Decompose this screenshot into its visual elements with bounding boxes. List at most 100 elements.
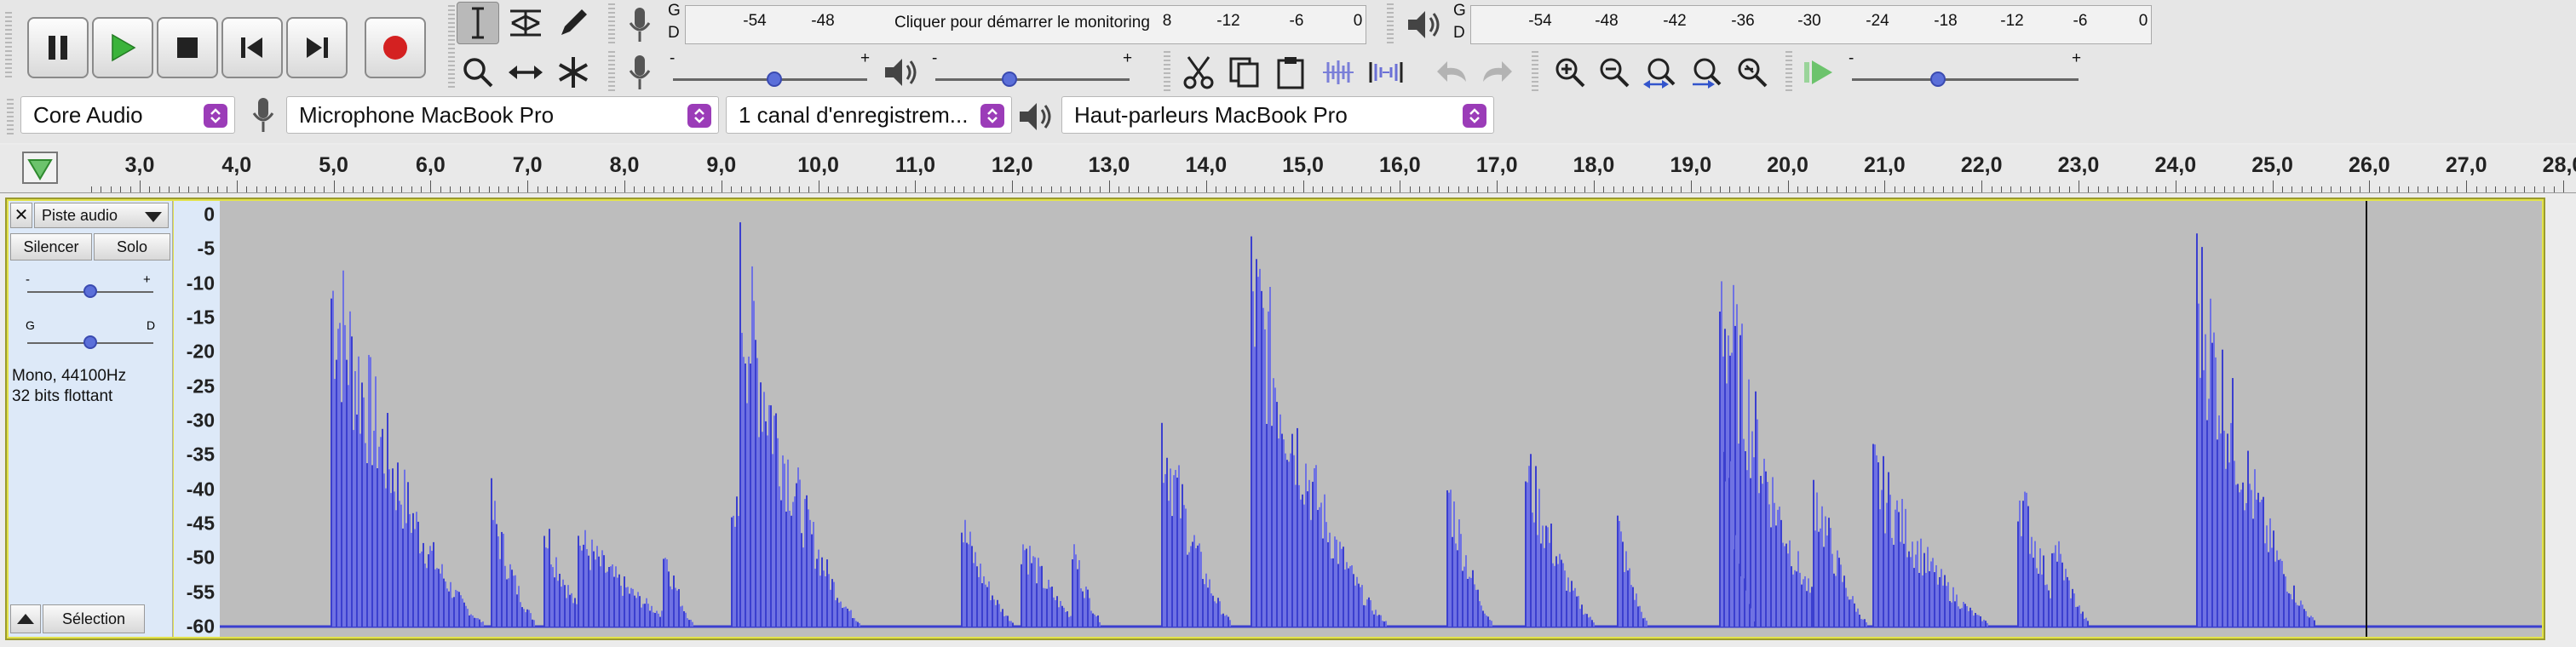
ruler-tick <box>2194 186 2196 192</box>
recording-channels-select[interactable]: 1 canal d'enregistrem... <box>726 96 1012 134</box>
ruler-tick <box>246 186 248 192</box>
zoom-in-button[interactable] <box>1549 51 1591 94</box>
trim-button[interactable] <box>1317 51 1360 94</box>
ruler-tick <box>1012 180 1014 192</box>
audio-host-select[interactable]: Core Audio <box>20 96 235 134</box>
playback-meter-button[interactable] <box>1402 3 1445 46</box>
ruler-tick <box>2281 186 2283 192</box>
ruler-tick <box>1157 186 1159 192</box>
ruler-tick <box>2311 186 2313 192</box>
ruler-tick <box>1079 186 1081 192</box>
record-button[interactable] <box>365 17 426 78</box>
ruler-label: 23,0 <box>2057 153 2100 177</box>
select-track-button[interactable]: Sélection <box>43 604 145 633</box>
record-meter-button[interactable] <box>618 3 661 46</box>
collapse-track-button[interactable] <box>10 604 41 633</box>
timeline-ruler[interactable]: 3,0 4,0 5,0 6,0 7,0 8,0 9,0 10,0 11,0 12,0 13,0 14,… <box>0 145 2576 193</box>
time-shift-tool-button[interactable] <box>504 51 547 94</box>
playback-meter-grip[interactable] <box>1387 3 1394 46</box>
paste-button[interactable] <box>1269 51 1312 94</box>
stop-button[interactable] <box>157 17 218 78</box>
playback-volume-minus: - <box>932 49 938 67</box>
cut-button[interactable] <box>1177 51 1220 94</box>
ruler-tick <box>2533 186 2535 192</box>
mixer-grip[interactable] <box>608 51 615 92</box>
ruler-tick <box>1749 186 1751 192</box>
ruler-tick <box>895 186 897 192</box>
close-track-button[interactable]: ✕ <box>10 203 32 228</box>
fit-selection-button[interactable] <box>1639 51 1682 94</box>
db-scale-label: -40 <box>186 478 215 501</box>
ruler-tick <box>760 186 762 192</box>
monitoring-prompt[interactable]: Cliquer pour démarrer le monitoring <box>891 14 1153 32</box>
playback-volume-slider[interactable] <box>1001 72 1017 87</box>
record-meter-grip[interactable] <box>608 3 615 46</box>
zoom-toolbar-grip[interactable] <box>1532 51 1538 92</box>
audio-waveform <box>220 201 2542 637</box>
silence-audio-icon <box>1369 62 1403 83</box>
gain-slider[interactable] <box>83 284 97 298</box>
db-scale[interactable]: 0 -5 -10 -15 -20 -25 -30 -35 -40 -45 -50 -55 -60 <box>174 201 221 638</box>
waveform-burst <box>739 222 860 627</box>
ruler-tick <box>1234 186 1236 192</box>
selection-tool-button[interactable] <box>457 2 499 44</box>
play-speed-track[interactable] <box>1852 78 2079 81</box>
recording-device-select[interactable]: Microphone MacBook Pro <box>286 96 719 134</box>
ruler-tick <box>401 186 403 192</box>
ruler-tick <box>2068 186 2070 192</box>
ruler-tick <box>924 186 926 192</box>
db-scale-label: -60 <box>186 615 215 638</box>
tools-toolbar-grip[interactable] <box>448 5 455 90</box>
edit-toolbar-grip[interactable] <box>1164 51 1170 92</box>
playback-device-value: Haut-parleurs MacBook Pro <box>1074 102 1348 128</box>
mute-button[interactable]: Silencer <box>10 233 92 261</box>
ruler-tick <box>1933 186 1935 192</box>
select-track-label: Sélection <box>61 610 126 627</box>
zoom-tool-button[interactable] <box>457 51 499 94</box>
playback-volume-track[interactable] <box>935 78 1130 81</box>
silence-button[interactable] <box>1365 51 1407 94</box>
timeline-options-button[interactable] <box>22 152 58 184</box>
meter-tick-label: 0 <box>2138 12 2148 30</box>
fit-project-button[interactable] <box>1685 51 1728 94</box>
play-speed-slider[interactable] <box>1930 72 1946 87</box>
play-at-speed-grip[interactable] <box>1785 51 1792 92</box>
playback-device-select[interactable]: Haut-parleurs MacBook Pro <box>1061 96 1494 134</box>
track-menu-button[interactable]: Piste audio <box>34 203 169 228</box>
skip-to-end-button[interactable] <box>286 17 348 78</box>
undo-button[interactable] <box>1431 51 1474 94</box>
waveform-area[interactable] <box>220 201 2542 637</box>
device-toolbar-grip[interactable] <box>7 99 14 135</box>
zoom-toggle-button[interactable] <box>1731 51 1774 94</box>
play-button[interactable] <box>92 17 153 78</box>
skip-to-start-button[interactable] <box>221 17 283 78</box>
copy-button[interactable] <box>1223 51 1266 94</box>
ruler-tick <box>313 186 315 192</box>
redo-button[interactable] <box>1475 51 1518 94</box>
ruler-tick <box>576 186 578 192</box>
pan-slider[interactable] <box>83 335 97 349</box>
speaker-icon <box>885 59 917 86</box>
multi-tool-button[interactable] <box>552 51 595 94</box>
track-sample-format: 32 bits flottant <box>12 387 113 405</box>
ruler-tick <box>1438 186 1440 192</box>
redo-icon <box>1483 61 1512 82</box>
db-scale-label: -5 <box>197 237 215 260</box>
ruler-tick <box>2010 186 2012 192</box>
ruler-tick <box>1147 186 1149 192</box>
ruler-tick <box>275 186 277 192</box>
track-control-panel[interactable]: ✕ Piste audio Silencer Solo - + G D Mono… <box>9 201 173 637</box>
pause-button[interactable] <box>27 17 89 78</box>
zoom-out-button[interactable] <box>1593 51 1636 94</box>
waveform-burst <box>1617 515 1647 627</box>
envelope-tool-button[interactable] <box>504 2 547 44</box>
transport-toolbar-grip[interactable] <box>5 12 12 78</box>
ruler-label: 6,0 <box>416 153 446 177</box>
db-scale-label: -20 <box>186 340 215 363</box>
play-at-speed-button[interactable] <box>1797 51 1840 94</box>
draw-tool-button[interactable] <box>552 2 595 44</box>
ruler-tick <box>1342 186 1343 192</box>
record-volume-slider[interactable] <box>766 72 782 87</box>
ruler-tick <box>1807 186 1808 192</box>
solo-button[interactable]: Solo <box>94 233 170 261</box>
